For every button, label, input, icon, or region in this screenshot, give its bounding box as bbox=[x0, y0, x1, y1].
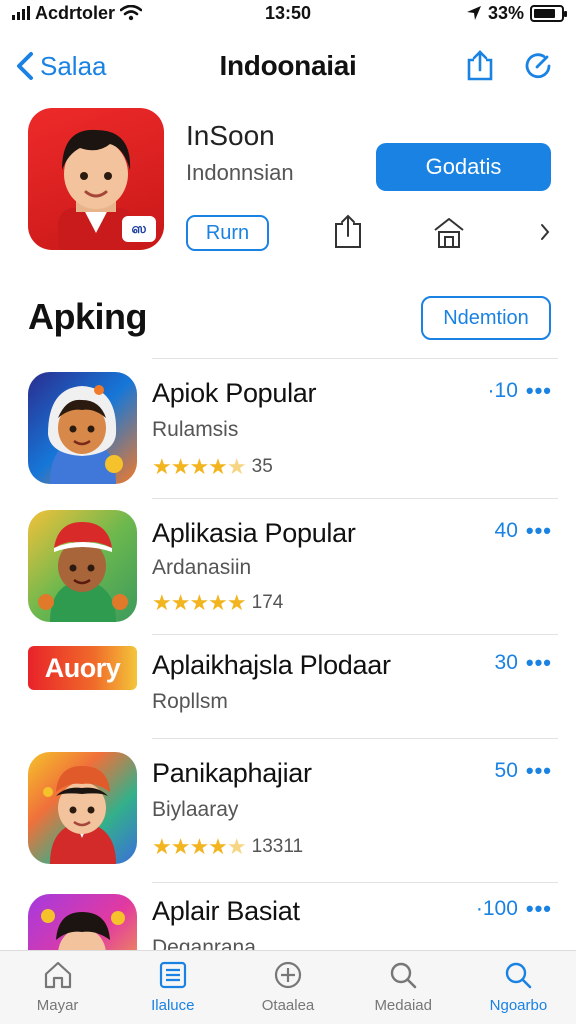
item-price: 30 bbox=[494, 651, 518, 674]
battery-level bbox=[534, 8, 555, 18]
back-label: Salaa bbox=[40, 50, 107, 81]
star-rating-icon: ★★★★★ bbox=[152, 834, 247, 859]
status-bar: Acdrtoler 13:50 33% bbox=[0, 0, 576, 26]
item-title: Aplair Basiat bbox=[152, 896, 300, 926]
section-action-button[interactable]: Ndemtion bbox=[421, 296, 551, 340]
signal-icon bbox=[12, 6, 30, 20]
app-name: InSoon bbox=[186, 120, 275, 151]
search-icon bbox=[506, 962, 532, 989]
battery-icon bbox=[530, 4, 567, 22]
tab-label: Ngoarbo bbox=[489, 997, 548, 1014]
tab-explore[interactable]: Otaalea bbox=[230, 951, 345, 1024]
tab-home[interactable]: Mayar bbox=[0, 951, 115, 1024]
list-item[interactable]: Panikaphajiar Biylaaray ★★★★★ 13311 50 •… bbox=[0, 738, 576, 882]
item-price-button[interactable]: ·100 ••• bbox=[476, 896, 552, 922]
run-button[interactable]: Rurn bbox=[186, 215, 269, 251]
tab-list[interactable]: Ilaluce bbox=[115, 951, 230, 1024]
child-avatar-icon bbox=[38, 522, 128, 622]
back-button[interactable]: Salaa bbox=[14, 51, 107, 82]
item-price: 40 bbox=[494, 519, 518, 542]
list-item[interactable]: Aplikasia Popular Ardanasiin ★★★★★ 174 4… bbox=[0, 498, 576, 634]
chevron-right-icon[interactable] bbox=[538, 214, 552, 255]
battery-percent: 33% bbox=[487, 2, 524, 23]
tab-search[interactable]: Ngoarbo bbox=[461, 951, 576, 1024]
star-rating-icon: ★★★★★ bbox=[152, 590, 247, 615]
app-icon: ஸ bbox=[28, 108, 164, 250]
export-icon[interactable] bbox=[331, 214, 365, 255]
app-icon-badge: ஸ bbox=[122, 216, 156, 242]
refresh-icon[interactable] bbox=[522, 50, 554, 82]
child-avatar-icon bbox=[48, 385, 123, 484]
list-icon bbox=[159, 961, 186, 989]
item-price-button[interactable]: 50 ••• bbox=[495, 758, 552, 784]
item-rating: ★★★★★ 35 bbox=[152, 454, 273, 480]
get-button[interactable]: Godatis bbox=[376, 143, 551, 191]
app-banner-icon: Auory bbox=[28, 646, 137, 690]
share-icon[interactable] bbox=[464, 50, 496, 82]
star-rating-icon: ★★★★★ bbox=[152, 454, 247, 479]
navigation-bar: Salaa Indoonaiai bbox=[0, 40, 576, 92]
item-subtitle: Rulamsis bbox=[152, 418, 239, 441]
chevron-left-icon bbox=[17, 52, 33, 80]
list-item[interactable]: Aplair Basiat Deganrana ·100 ••• bbox=[0, 882, 576, 952]
list-item[interactable]: Apiok Popular Rulamsis ★★★★★ 35 ·10 ••• bbox=[0, 358, 576, 498]
app-icon bbox=[28, 510, 137, 622]
app-icon bbox=[28, 752, 137, 864]
more-icon[interactable]: ••• bbox=[526, 758, 552, 784]
item-price: ·10 bbox=[487, 379, 518, 402]
rating-count: 35 bbox=[251, 456, 273, 477]
item-subtitle: Ropllsm bbox=[152, 690, 228, 713]
tab-label: Ilaluce bbox=[151, 997, 195, 1014]
rating-count: 174 bbox=[251, 592, 284, 613]
rating-count: 13311 bbox=[251, 836, 304, 857]
item-title: Aplikasia Popular bbox=[152, 518, 356, 548]
more-icon[interactable]: ••• bbox=[526, 896, 552, 922]
item-price: ·100 bbox=[475, 897, 518, 920]
section-title: Apking bbox=[28, 296, 148, 337]
more-icon[interactable]: ••• bbox=[526, 518, 552, 544]
list-item[interactable]: Auory Aplaikhajsla Plodaar Ropllsm 30 ••… bbox=[0, 634, 576, 738]
carrier-label: Acdrtoler bbox=[35, 2, 116, 23]
tab-label: Medaiad bbox=[374, 997, 432, 1014]
tab-label: Otaalea bbox=[261, 997, 315, 1014]
item-price-button[interactable]: ·10 ••• bbox=[488, 378, 552, 404]
compass-icon bbox=[274, 961, 302, 989]
more-icon[interactable]: ••• bbox=[526, 378, 552, 404]
item-title: Panikaphajiar bbox=[152, 758, 312, 788]
item-price-button[interactable]: 30 ••• bbox=[495, 650, 552, 676]
item-subtitle: Biylaaray bbox=[152, 798, 239, 821]
app-subtitle: Indonnsian bbox=[186, 160, 294, 185]
banner-text: Auory bbox=[44, 652, 121, 683]
item-rating: ★★★★★ 13311 bbox=[152, 834, 303, 860]
more-icon[interactable]: ••• bbox=[526, 650, 552, 676]
wifi-icon bbox=[120, 5, 143, 21]
item-price: 50 bbox=[494, 759, 518, 782]
app-header: ஸ InSoon Indonnsian Godatis Rurn bbox=[0, 108, 576, 258]
tab-bar: Mayar Ilaluce Otaalea Medaiad Ngoarbo bbox=[0, 950, 576, 1024]
tab-media[interactable]: Medaiad bbox=[346, 951, 461, 1024]
item-rating: ★★★★★ 174 bbox=[152, 590, 283, 616]
search-icon bbox=[391, 962, 417, 989]
item-price-button[interactable]: 40 ••• bbox=[495, 518, 552, 544]
status-time: 13:50 bbox=[264, 2, 312, 23]
app-icon bbox=[28, 372, 137, 484]
item-subtitle: Ardanasiin bbox=[152, 556, 252, 579]
child-avatar-icon bbox=[41, 909, 125, 952]
home-stack-icon[interactable] bbox=[432, 214, 466, 255]
app-icon bbox=[28, 894, 137, 952]
location-arrow-icon bbox=[466, 6, 481, 20]
item-title: Aplaikhajsla Plodaar bbox=[152, 650, 391, 680]
tab-label: Mayar bbox=[36, 997, 79, 1014]
item-title: Apiok Popular bbox=[152, 378, 317, 408]
home-icon bbox=[44, 961, 71, 989]
child-avatar-icon bbox=[43, 766, 116, 864]
